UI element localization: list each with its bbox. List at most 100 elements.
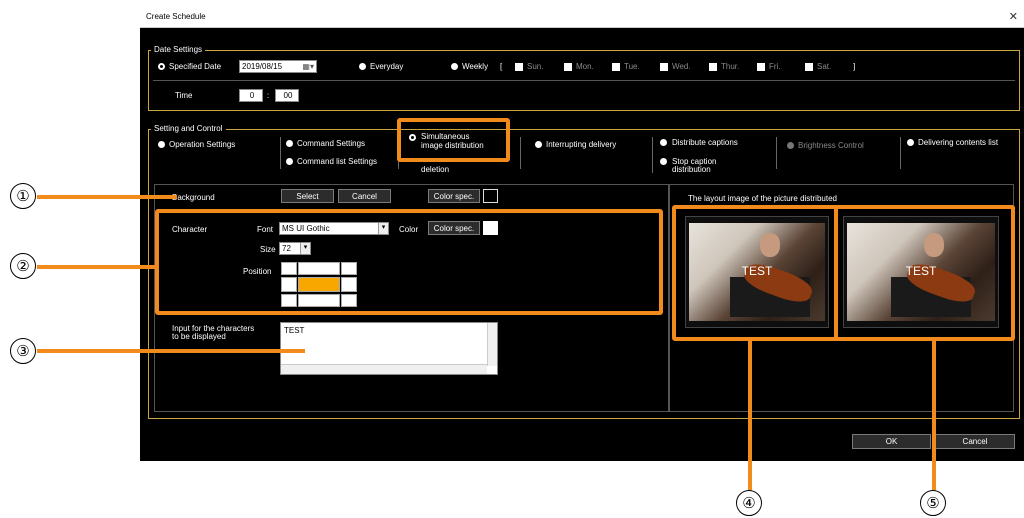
color-label: Color bbox=[399, 225, 419, 234]
callout-2: ② bbox=[10, 253, 36, 279]
size-select[interactable]: 72 ▾ bbox=[279, 242, 311, 255]
day-label-wed: Wed. bbox=[672, 62, 691, 71]
close-icon[interactable]: ✕ bbox=[1009, 10, 1018, 23]
simultaneous-image-radio[interactable] bbox=[409, 134, 416, 141]
background-color-spec-button[interactable]: Color spec. bbox=[428, 189, 480, 203]
callout-1: ① bbox=[10, 183, 36, 209]
position-cell-top-right[interactable] bbox=[341, 262, 357, 275]
overlay-text: TEST bbox=[741, 264, 773, 279]
preview-divider bbox=[834, 209, 838, 337]
title-bar: Create Schedule ✕ bbox=[140, 6, 1024, 28]
callout-4-line bbox=[748, 341, 752, 490]
day-checkbox-sat[interactable] bbox=[805, 63, 813, 71]
character-color-spec-button[interactable]: Color spec. bbox=[428, 221, 480, 235]
position-cell-center-selected[interactable] bbox=[298, 277, 340, 292]
column-divider bbox=[280, 137, 281, 169]
interrupting-delivery-radio[interactable] bbox=[535, 141, 542, 148]
column-divider bbox=[776, 137, 777, 169]
day-checkbox-mon[interactable] bbox=[564, 63, 572, 71]
command-list-settings-radio[interactable] bbox=[286, 158, 293, 165]
day-checkbox-thur[interactable] bbox=[709, 63, 717, 71]
callout-4: ④ bbox=[736, 490, 762, 516]
day-checkbox-tue[interactable] bbox=[612, 63, 620, 71]
input-chars-textarea[interactable]: TEST bbox=[280, 322, 498, 375]
simultaneous-label-1: Simultaneous bbox=[421, 132, 470, 141]
character-color-swatch bbox=[483, 221, 498, 235]
day-label-fri: Fri. bbox=[769, 62, 781, 71]
time-label: Time bbox=[175, 91, 193, 100]
background-cancel-button[interactable]: Cancel bbox=[338, 189, 391, 203]
violinist-photo: TEST bbox=[847, 223, 995, 321]
callout-2-line bbox=[37, 265, 157, 269]
day-checkbox-fri[interactable] bbox=[757, 63, 765, 71]
delivering-contents-label: Delivering contents list bbox=[918, 138, 999, 147]
simultaneous-label-2: image distribution bbox=[421, 141, 484, 150]
setting-control-legend: Setting and Control bbox=[151, 124, 226, 133]
position-cell-top-center[interactable] bbox=[298, 262, 340, 275]
font-label: Font bbox=[257, 225, 274, 234]
vertical-scrollbar[interactable] bbox=[487, 323, 497, 366]
brightness-control-radio[interactable] bbox=[787, 142, 794, 149]
weekly-bracket-close: ] bbox=[853, 62, 856, 71]
everyday-radio[interactable] bbox=[359, 63, 366, 70]
position-label: Position bbox=[243, 267, 272, 276]
command-settings-label: Command Settings bbox=[297, 139, 366, 148]
time-separator: : bbox=[267, 91, 270, 100]
day-label-sat: Sat. bbox=[817, 62, 832, 71]
background-color-swatch bbox=[483, 189, 498, 203]
delivering-contents-radio[interactable] bbox=[907, 139, 914, 146]
column-divider bbox=[520, 137, 521, 169]
layout-image-label: The layout image of the picture distribu… bbox=[688, 194, 837, 203]
position-cell-bottom-right[interactable] bbox=[341, 294, 357, 307]
footer-cancel-button[interactable]: Cancel bbox=[935, 434, 1015, 449]
callout-3-line bbox=[37, 349, 305, 353]
position-cell-middle-left[interactable] bbox=[281, 277, 297, 292]
distribute-captions-radio[interactable] bbox=[660, 139, 667, 146]
position-cell-top-left[interactable] bbox=[281, 262, 297, 275]
time-hour-input[interactable]: 0 bbox=[239, 89, 263, 102]
callout-5: ⑤ bbox=[920, 490, 946, 516]
overlay-text: TEST bbox=[905, 264, 937, 279]
time-hour-value: 0 bbox=[249, 91, 255, 100]
ok-button[interactable]: OK bbox=[852, 434, 931, 449]
preview-thumbnail-1: TEST bbox=[685, 216, 829, 328]
horizontal-scrollbar[interactable] bbox=[281, 364, 487, 374]
chevron-down-icon[interactable]: ▾ bbox=[300, 243, 310, 254]
callout-1-line bbox=[37, 195, 177, 199]
date-settings-legend: Date Settings bbox=[151, 45, 206, 54]
window-title: Create Schedule bbox=[146, 12, 206, 21]
font-value: MS UI Gothic bbox=[282, 224, 330, 233]
date-picker[interactable]: 2019/08/15 ▦▾ bbox=[239, 60, 317, 73]
position-cell-middle-right[interactable] bbox=[341, 277, 357, 292]
stop-caption-label-2: distribution bbox=[672, 165, 711, 174]
weekly-label: Weekly bbox=[462, 62, 489, 71]
violinist-photo: TEST bbox=[689, 223, 825, 321]
column-divider bbox=[652, 137, 653, 173]
callout-5-line bbox=[932, 341, 936, 490]
column-divider bbox=[900, 137, 901, 169]
background-label: Background bbox=[172, 193, 215, 202]
day-label-thur: Thur. bbox=[721, 62, 740, 71]
specified-date-label: Specified Date bbox=[169, 62, 222, 71]
time-minute-input[interactable]: 00 bbox=[275, 89, 299, 102]
day-label-mon: Mon. bbox=[576, 62, 594, 71]
calendar-dropdown-icon[interactable]: ▦▾ bbox=[302, 62, 314, 71]
date-value: 2019/08/15 bbox=[242, 62, 283, 71]
size-value: 72 bbox=[282, 244, 291, 253]
font-select[interactable]: MS UI Gothic ▾ bbox=[279, 222, 389, 235]
background-select-button[interactable]: Select bbox=[281, 189, 334, 203]
specified-date-radio[interactable] bbox=[158, 63, 165, 70]
day-checkbox-sun[interactable] bbox=[515, 63, 523, 71]
stop-caption-radio[interactable] bbox=[660, 158, 667, 165]
weekly-bracket-open: [ bbox=[500, 62, 503, 71]
preview-thumbnail-2: TEST bbox=[843, 216, 999, 328]
chevron-down-icon[interactable]: ▾ bbox=[378, 223, 388, 234]
day-checkbox-wed[interactable] bbox=[660, 63, 668, 71]
brightness-control-label: Brightness Control bbox=[798, 141, 864, 150]
position-cell-bottom-left[interactable] bbox=[281, 294, 297, 307]
weekly-radio[interactable] bbox=[451, 63, 458, 70]
callout-3: ③ bbox=[10, 338, 36, 364]
position-cell-bottom-center[interactable] bbox=[298, 294, 340, 307]
command-settings-radio[interactable] bbox=[286, 140, 293, 147]
operation-settings-radio[interactable] bbox=[158, 141, 165, 148]
